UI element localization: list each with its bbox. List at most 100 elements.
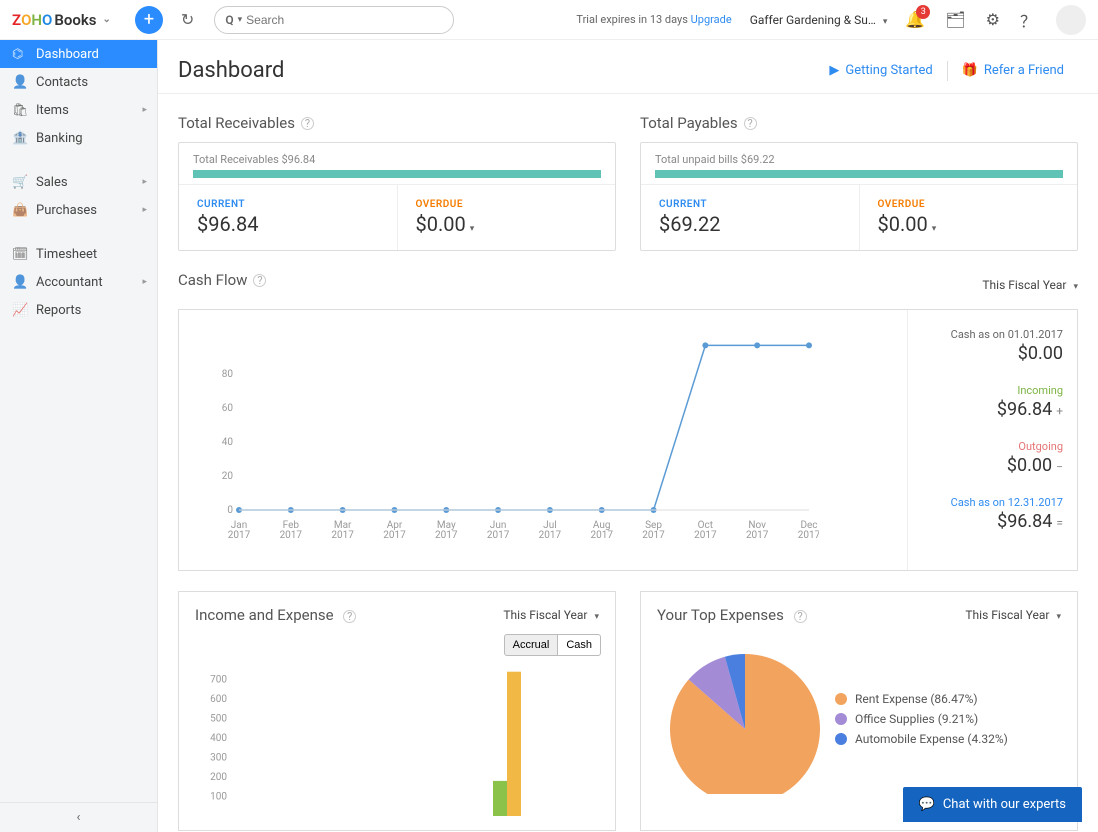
page-title: Dashboard xyxy=(178,58,284,83)
sidebar-item-sales[interactable]: 🛒Sales▸ xyxy=(0,168,157,196)
sidebar-collapse[interactable]: ‹ xyxy=(0,802,157,832)
payables-overdue-value[interactable]: $0.00▾ xyxy=(878,212,1060,236)
chevron-down-icon[interactable]: ▾ xyxy=(470,224,475,234)
sidebar-item-label: Banking xyxy=(36,131,83,146)
svg-text:2017: 2017 xyxy=(435,530,458,541)
income-expense-title: Income and Expense ? xyxy=(195,606,356,624)
help-icon[interactable]: ? xyxy=(794,610,807,623)
gear-icon[interactable]: ⚙ xyxy=(986,10,1000,29)
payables-bar xyxy=(655,170,1063,178)
svg-text:2017: 2017 xyxy=(694,530,717,541)
cashflow-chart: 020406080Jan2017Feb2017Mar2017Apr2017May… xyxy=(179,310,907,570)
chevron-down-icon[interactable]: ▾ xyxy=(238,15,243,25)
help-icon[interactable]: ? xyxy=(744,117,757,130)
search-input-wrap[interactable]: Q▾ xyxy=(214,6,454,34)
sidebar-item-label: Timesheet xyxy=(36,247,97,262)
folder-icon[interactable]: 🗂 xyxy=(945,10,965,29)
income-expense-period-selector[interactable]: This Fiscal Year ▾ xyxy=(503,608,599,622)
chevron-down-icon[interactable]: ▾ xyxy=(932,224,937,234)
income-expense-card: Income and Expense ? This Fiscal Year ▾ … xyxy=(178,591,616,831)
sidebar-item-purchases[interactable]: 👜 Purchases ▸ xyxy=(0,196,157,224)
svg-text:80: 80 xyxy=(222,369,234,380)
help-icon[interactable]: ? xyxy=(343,610,356,623)
bell-icon[interactable]: 🔔3 xyxy=(905,10,925,29)
accrual-button[interactable]: Accrual xyxy=(504,634,559,656)
top-expenses-pie xyxy=(655,644,835,794)
help-icon[interactable]: ? xyxy=(253,274,266,287)
svg-text:2017: 2017 xyxy=(798,530,819,541)
cashflow-period-selector[interactable]: This Fiscal Year ▾ xyxy=(982,278,1078,292)
legend-label: Rent Expense (86.47%) xyxy=(855,692,978,706)
sidebar-item-label: Reports xyxy=(36,303,81,318)
svg-text:2017: 2017 xyxy=(746,530,769,541)
receivables-title: Total Receivables? xyxy=(178,114,616,132)
upgrade-link[interactable]: Upgrade xyxy=(691,13,732,26)
cashflow-card: 020406080Jan2017Feb2017Mar2017Apr2017May… xyxy=(178,309,1078,571)
sidebar-icon: 👤 xyxy=(12,275,28,290)
sidebar-item-contacts[interactable]: 👤Contacts xyxy=(0,68,157,96)
cash-start-value: $0.00 xyxy=(922,343,1063,364)
svg-text:40: 40 xyxy=(222,437,234,448)
legend-item: Automobile Expense (4.32%) xyxy=(835,732,1008,746)
cash-start-label: Cash as on 01.01.2017 xyxy=(922,328,1063,341)
org-selector[interactable]: Gaffer Gardening & Su… ▾ xyxy=(750,13,888,27)
sidebar-icon: 🗓 xyxy=(12,247,28,262)
receivables-bar-label: Total Receivables $96.84 xyxy=(193,153,601,166)
sidebar-icon: 📈 xyxy=(12,303,28,318)
sidebar-icon: 🛒 xyxy=(12,175,28,190)
search-scope-icon[interactable]: Q xyxy=(225,13,233,27)
legend-item: Rent Expense (86.47%) xyxy=(835,692,1008,706)
legend-dot xyxy=(835,713,847,725)
chevron-right-icon: ▸ xyxy=(142,205,147,215)
legend-label: Automobile Expense (4.32%) xyxy=(855,732,1008,746)
accrual-cash-toggle[interactable]: Accrual Cash xyxy=(504,634,601,656)
svg-text:2017: 2017 xyxy=(539,530,562,541)
sidebar-item-dashboard[interactable]: ⌬Dashboard xyxy=(0,40,157,68)
payables-current-value: $69.22 xyxy=(659,212,841,236)
incoming-value: $96.84+ xyxy=(922,399,1063,420)
cash-button[interactable]: Cash xyxy=(558,634,601,656)
svg-text:2017: 2017 xyxy=(331,530,354,541)
svg-text:2017: 2017 xyxy=(590,530,613,541)
top-expenses-period-selector[interactable]: This Fiscal Year ▾ xyxy=(965,608,1061,622)
receivables-card: Total Receivables $96.84 CURRENT $96.84 … xyxy=(178,142,616,251)
receivables-overdue-value[interactable]: $0.00▾ xyxy=(416,212,598,236)
svg-text:2017: 2017 xyxy=(383,530,406,541)
svg-text:0: 0 xyxy=(227,505,233,516)
help-icon[interactable]: ? xyxy=(301,117,314,130)
add-button[interactable]: + xyxy=(135,6,163,34)
refer-friend-link[interactable]: 🎁Refer a Friend xyxy=(948,63,1078,78)
outgoing-value: $0.00− xyxy=(922,455,1063,476)
sidebar-item-items[interactable]: 🛍Items▸ xyxy=(0,96,157,124)
chevron-down-icon[interactable]: ⌄ xyxy=(103,14,111,25)
page-header: Dashboard ▶Getting Started 🎁Refer a Frie… xyxy=(158,40,1098,94)
chevron-right-icon: ▸ xyxy=(142,277,147,287)
svg-text:20: 20 xyxy=(222,471,234,482)
income-expense-chart: 100200300400500600700 xyxy=(179,656,615,830)
svg-text:600: 600 xyxy=(210,694,227,705)
legend-dot xyxy=(835,733,847,745)
main: Dashboard ▶Getting Started 🎁Refer a Frie… xyxy=(158,40,1098,832)
svg-text:300: 300 xyxy=(210,753,227,764)
sidebar-item-label: Sales xyxy=(36,175,68,190)
sidebar-item-reports[interactable]: 📈 Reports xyxy=(0,296,157,324)
sidebar-item-accountant[interactable]: 👤 Accountant ▸ xyxy=(0,268,157,296)
notification-badge: 3 xyxy=(916,5,930,19)
sidebar-icon: 👜 xyxy=(12,203,28,218)
topbar: ZOHO Books ⌄ + ↻ Q▾ Trial expires in 13 … xyxy=(0,0,1098,40)
history-icon[interactable]: ↻ xyxy=(181,10,194,29)
sidebar-item-banking[interactable]: 🏦Banking xyxy=(0,124,157,152)
help-icon[interactable]: ？ xyxy=(1020,8,1036,32)
svg-text:2017: 2017 xyxy=(642,530,665,541)
sidebar-item-timesheet[interactable]: 🗓 Timesheet xyxy=(0,240,157,268)
receivables-current-value: $96.84 xyxy=(197,212,379,236)
svg-text:100: 100 xyxy=(210,792,227,803)
getting-started-link[interactable]: ▶Getting Started xyxy=(815,63,946,78)
sidebar-item-label: Purchases xyxy=(36,203,97,218)
sidebar-item-label: Accountant xyxy=(36,275,103,290)
avatar[interactable] xyxy=(1056,5,1086,35)
search-input[interactable] xyxy=(246,13,443,27)
logo[interactable]: ZOHO Books ⌄ xyxy=(12,11,111,29)
chat-button[interactable]: 💬Chat with our experts xyxy=(903,787,1082,822)
svg-text:2017: 2017 xyxy=(280,530,303,541)
